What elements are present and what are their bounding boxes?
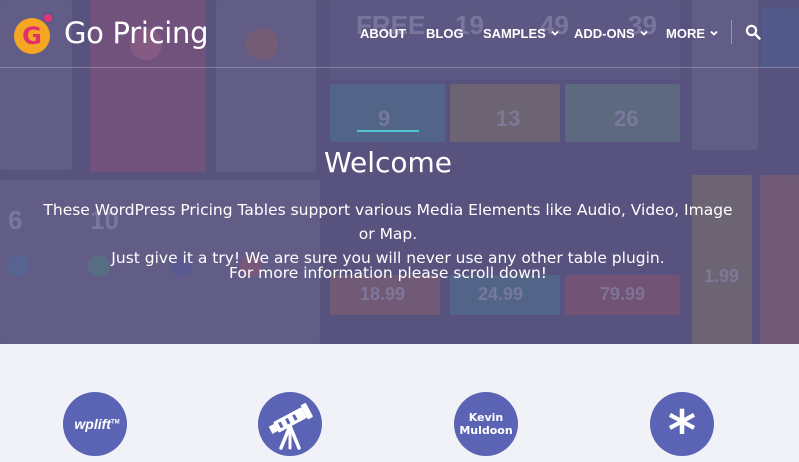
nav-divider xyxy=(731,20,732,44)
wplift-logo[interactable]: wpliftTM xyxy=(63,392,127,456)
asterisk-feature[interactable]: * xyxy=(650,392,714,456)
kevin-muldoon-logo[interactable]: Kevin Muldoon xyxy=(454,392,518,456)
nav-item-label: MORE xyxy=(666,25,705,41)
nav-item-samples[interactable]: SAMPLES xyxy=(483,25,560,41)
hero-intro: These WordPress Pricing Tables support v… xyxy=(34,198,742,270)
wplift-label: wpliftTM xyxy=(74,416,120,432)
site-title[interactable]: Go Pricing xyxy=(64,16,208,50)
title-accent-line xyxy=(357,130,419,132)
logo-dot xyxy=(42,12,54,24)
nav-item-label: SAMPLES xyxy=(483,25,546,41)
telescope-icon xyxy=(268,402,313,450)
nav-item-label: ADD-ONS xyxy=(574,25,635,41)
site-header: G Go Pricing ABOUT BLOG SAMPLES ADD-ONS … xyxy=(0,0,799,68)
nav-item-add-ons[interactable]: ADD-ONS xyxy=(574,25,649,41)
nav-item-label: ABOUT xyxy=(360,25,407,41)
nav-item-blog[interactable]: BLOG xyxy=(426,25,464,41)
chevron-down-icon xyxy=(551,30,559,36)
nav-item-about[interactable]: ABOUT xyxy=(360,25,406,41)
scroll-hint: For more information please scroll down! xyxy=(228,264,547,282)
search-icon[interactable] xyxy=(745,24,763,42)
hero-intro-line: These WordPress Pricing Tables support v… xyxy=(43,201,733,243)
hero-section: FREE 19 49 39 9 13 26 6 10 18.99 24.99 7… xyxy=(0,0,799,344)
asterisk-icon: * xyxy=(667,399,697,457)
chevron-down-icon xyxy=(640,30,648,36)
nav-item-label: BLOG xyxy=(426,25,464,41)
nav-item-more[interactable]: MORE xyxy=(666,25,719,41)
telescope-feature[interactable] xyxy=(258,392,322,456)
logo-icon[interactable]: G xyxy=(14,12,54,54)
hero-title: Welcome xyxy=(323,146,453,179)
chevron-down-icon xyxy=(710,30,718,36)
kevin-muldoon-label: Kevin Muldoon xyxy=(459,411,513,437)
